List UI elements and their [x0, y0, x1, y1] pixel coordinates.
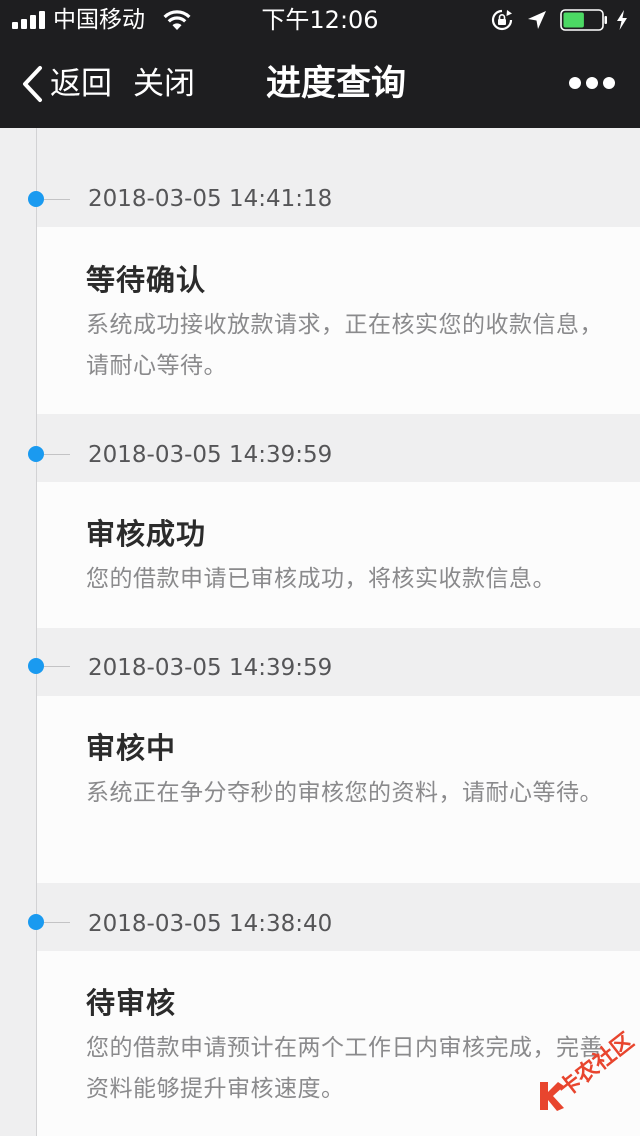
timeline-entry: 2018-03-05 14:41:18 等待确认 系统成功接收放款请求，正在核实… [0, 128, 640, 414]
timeline-connector [44, 666, 70, 667]
entry-card: 等待确认 系统成功接收放款请求，正在核实您的收款信息，请耐心等待。 [37, 227, 640, 414]
app-header: 中国移动 下午12:06 返回 关闭 进度查询 [0, 0, 640, 128]
community-watermark: 卡农社区 [536, 1029, 639, 1126]
entry-title: 等待确认 [86, 263, 207, 297]
progress-timeline: 2018-03-05 14:41:18 等待确认 系统成功接收放款请求，正在核实… [0, 128, 640, 1136]
timeline-dot-icon [28, 191, 44, 207]
entry-timestamp: 2018-03-05 14:38:40 [88, 911, 333, 937]
nav-bar: 返回 关闭 进度查询 [0, 40, 640, 128]
charging-bolt-icon [617, 10, 627, 30]
entry-time-row: 2018-03-05 14:39:59 [0, 628, 640, 696]
entry-title: 待审核 [86, 986, 177, 1020]
entry-time-row: 2018-03-05 14:41:18 [0, 128, 640, 228]
page-title: 进度查询 [265, 64, 406, 104]
timeline-connector [44, 922, 70, 923]
entry-description: 您的借款申请已审核成功，将核实收款信息。 [86, 566, 556, 592]
timeline-dot-icon [28, 658, 44, 674]
more-dots-icon[interactable] [566, 70, 616, 98]
entry-timestamp: 2018-03-05 14:39:59 [88, 442, 333, 468]
entry-title: 审核中 [86, 731, 177, 765]
entry-description: 系统成功接收放款请求，正在核实您的收款信息，请耐心等待。 [86, 312, 603, 379]
timeline-entry: 2018-03-05 14:39:59 审核成功 您的借款申请已审核成功，将核实… [0, 414, 640, 628]
timeline-dot-icon [28, 914, 44, 930]
entry-title: 审核成功 [86, 517, 207, 551]
location-arrow-icon [528, 11, 546, 29]
timeline-connector [44, 199, 70, 200]
entry-timestamp: 2018-03-05 14:39:59 [88, 655, 333, 681]
entry-description: 系统正在争分夺秒的审核您的资料，请耐心等待。 [86, 780, 603, 806]
entry-card: 审核成功 您的借款申请已审核成功，将核实收款信息。 [37, 482, 640, 628]
rotation-lock-icon [491, 9, 513, 31]
entry-time-row: 2018-03-05 14:39:59 [0, 414, 640, 482]
timeline-dot-icon [28, 446, 44, 462]
timeline-connector [44, 454, 70, 455]
timeline-entry: 2018-03-05 14:39:59 审核中 系统正在争分夺秒的审核您的资料，… [0, 628, 640, 883]
entry-time-row: 2018-03-05 14:38:40 [0, 883, 640, 951]
entry-timestamp: 2018-03-05 14:41:18 [88, 186, 333, 212]
battery-icon [560, 9, 607, 31]
entry-card: 审核中 系统正在争分夺秒的审核您的资料，请耐心等待。 [37, 696, 640, 883]
status-bar: 中国移动 下午12:06 [0, 0, 640, 40]
